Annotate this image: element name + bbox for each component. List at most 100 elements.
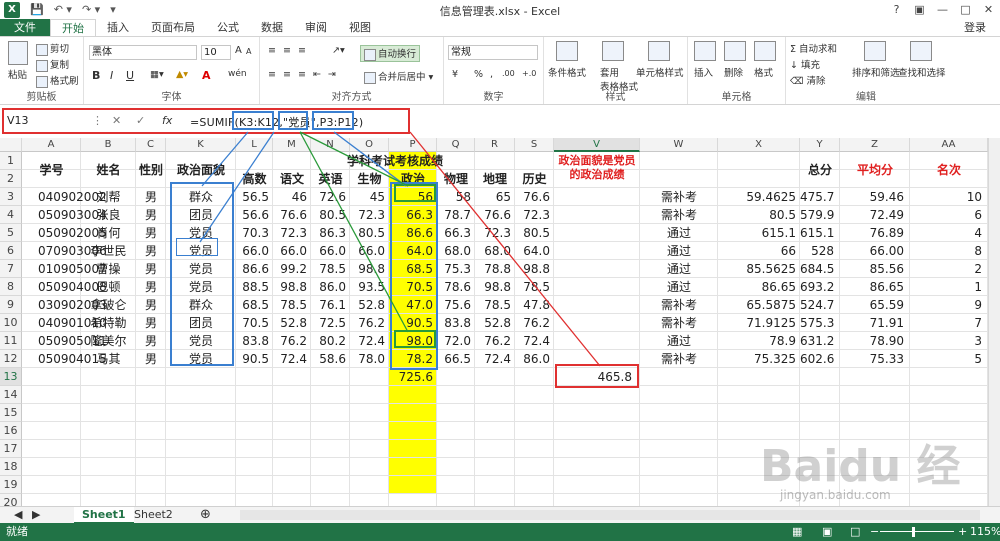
table-cell[interactable]: 80.5 (515, 224, 554, 242)
column-header-n[interactable]: N (311, 138, 350, 152)
header-xuehao[interactable]: 学号 (22, 152, 81, 188)
table-cell[interactable]: 72.49 (840, 206, 910, 224)
table-cell[interactable]: 52.8 (475, 314, 515, 332)
table-cell[interactable]: 72.3 (273, 224, 311, 242)
table-cell[interactable]: 需补考 (640, 188, 718, 206)
table-cell[interactable]: 90.5 (389, 314, 437, 332)
table-cell[interactable]: 76.2 (475, 332, 515, 350)
find-binoculars-icon[interactable] (910, 41, 932, 61)
table-cell[interactable]: 75.33 (840, 350, 910, 368)
column-header-y[interactable]: Y (800, 138, 840, 152)
cell[interactable] (840, 404, 910, 422)
header-zhengzhi[interactable]: 政治面貌 (166, 152, 236, 188)
sheet-tab-sheet1[interactable]: Sheet1 (74, 507, 134, 524)
header-subject-4[interactable]: 政治 (389, 170, 437, 188)
table-cell[interactable]: 78.6 (437, 278, 475, 296)
column-header-b[interactable]: B (81, 138, 136, 152)
header-subject-7[interactable]: 历史 (515, 170, 554, 188)
table-cell[interactable]: 45 (350, 188, 389, 206)
table-cell[interactable]: 需补考 (640, 350, 718, 368)
table-cell[interactable]: 群众 (166, 188, 236, 206)
table-cell[interactable]: 64.0 (389, 242, 437, 260)
horizontal-scrollbar[interactable] (240, 510, 980, 520)
row-header-4[interactable]: 4 (0, 206, 22, 224)
column-header-a[interactable]: A (22, 138, 81, 152)
cell[interactable] (311, 368, 350, 386)
cell[interactable] (22, 476, 81, 494)
table-cell[interactable]: 群众 (166, 296, 236, 314)
table-cell[interactable]: 65.59 (840, 296, 910, 314)
borders-icon[interactable]: ▦▾ (150, 69, 164, 80)
row-header-12[interactable]: 12 (0, 350, 22, 368)
maximize-button[interactable]: □ (954, 0, 977, 19)
table-cell[interactable]: 80.5 (350, 224, 389, 242)
cell[interactable] (475, 368, 515, 386)
table-cell[interactable]: 男 (136, 206, 166, 224)
autosum-button[interactable]: Σ 自动求和 (790, 41, 837, 55)
table-cell[interactable]: 46 (273, 188, 311, 206)
cell[interactable] (22, 386, 81, 404)
table-cell[interactable]: 需补考 (640, 206, 718, 224)
table-cell[interactable]: 575.3 (800, 314, 840, 332)
tab-view[interactable]: 视图 (338, 19, 382, 36)
table-cell[interactable]: 68.0 (475, 242, 515, 260)
cell[interactable] (554, 296, 640, 314)
cell[interactable] (22, 440, 81, 458)
vertical-scrollbar[interactable] (988, 138, 1000, 506)
table-cell[interactable]: 男 (136, 188, 166, 206)
table-cell[interactable]: 刘帮 (81, 188, 136, 206)
cell[interactable] (389, 440, 437, 458)
cell[interactable] (718, 422, 800, 440)
minimize-button[interactable]: — (931, 0, 954, 19)
table-cell[interactable]: 66.3 (389, 206, 437, 224)
comma-button[interactable]: , (490, 69, 493, 80)
cell[interactable] (389, 386, 437, 404)
table-cell[interactable]: 10 (910, 188, 988, 206)
table-cell[interactable]: 男 (136, 332, 166, 350)
zoom-level[interactable]: 115% (970, 523, 1000, 541)
cell[interactable] (236, 368, 273, 386)
table-cell[interactable]: 男 (136, 224, 166, 242)
table-cell[interactable]: 56 (389, 188, 437, 206)
table-cell[interactable]: 71.91 (840, 314, 910, 332)
cell[interactable] (718, 386, 800, 404)
row-header-10[interactable]: 10 (0, 314, 22, 332)
cell[interactable] (311, 476, 350, 494)
zoom-out-icon[interactable]: − (870, 523, 879, 541)
table-cell[interactable]: 团员 (166, 206, 236, 224)
insert-function-button[interactable]: fx (162, 114, 172, 127)
paste-icon[interactable] (8, 41, 28, 65)
header-subject-2[interactable]: 英语 (311, 170, 350, 188)
format-painter-button[interactable]: 格式刷 (36, 73, 79, 88)
bold-button[interactable]: B (92, 69, 100, 82)
cell[interactable] (910, 368, 988, 386)
table-cell[interactable]: 76.2 (515, 314, 554, 332)
cell[interactable] (236, 422, 273, 440)
cell[interactable] (910, 458, 988, 476)
tab-page-layout[interactable]: 页面布局 (140, 19, 206, 36)
table-cell[interactable]: 曹操 (81, 260, 136, 278)
save-icon[interactable]: 💾 (30, 3, 44, 16)
cell[interactable] (350, 458, 389, 476)
table-cell[interactable]: 党员 (166, 260, 236, 278)
cell[interactable] (311, 458, 350, 476)
cell[interactable] (910, 422, 988, 440)
cell[interactable] (554, 278, 640, 296)
tab-formulas[interactable]: 公式 (206, 19, 250, 36)
cell[interactable] (350, 476, 389, 494)
table-cell[interactable]: 9 (910, 296, 988, 314)
cell[interactable] (910, 404, 988, 422)
column-header-aa[interactable]: AA (910, 138, 988, 152)
delete-cells-button[interactable]: 删除 (724, 65, 743, 79)
fill-color-icon[interactable]: ▲▾ (176, 69, 188, 80)
cell[interactable] (136, 386, 166, 404)
table-cell[interactable]: 47.8 (515, 296, 554, 314)
cell[interactable] (800, 404, 840, 422)
sort-filter-icon[interactable] (864, 41, 886, 61)
cell[interactable] (350, 440, 389, 458)
table-cell[interactable]: 72.4 (515, 332, 554, 350)
phonetic-button[interactable]: wén (228, 69, 247, 79)
cell[interactable] (800, 422, 840, 440)
cell[interactable] (273, 458, 311, 476)
table-cell[interactable]: 78.5 (475, 296, 515, 314)
